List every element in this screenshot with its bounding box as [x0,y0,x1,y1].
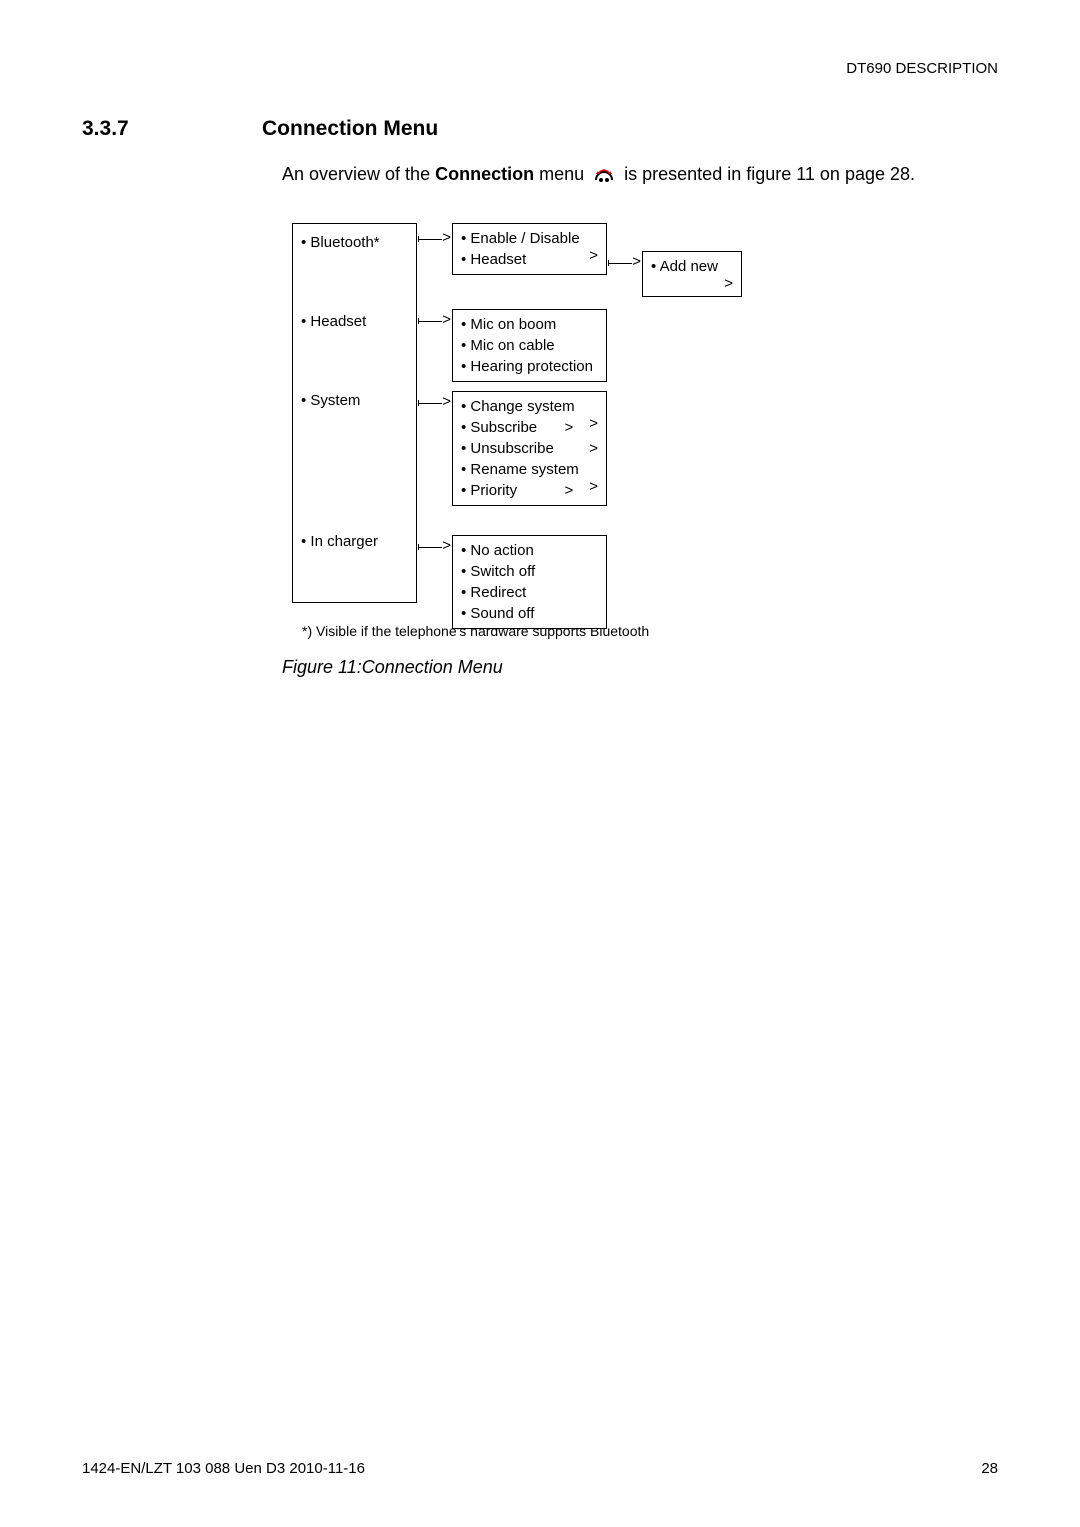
bt-enable: Enable / Disable> [461,228,598,249]
chevron-right-icon: > [589,478,598,495]
chevron-right-icon: > [589,247,598,264]
section-number: 3.3.7 [82,117,152,141]
running-header: DT690 DESCRIPTION [82,60,998,77]
header-text: DT690 DESCRIPTION [846,60,998,77]
chevron-right-icon: > [564,419,573,436]
chevron-right-icon: > [564,482,573,499]
addnew-box: Add new > [642,251,742,297]
bluetooth-sub-box: Enable / Disable> Headset [452,223,607,275]
sys-unsubscribe-label: Unsubscribe [461,440,554,457]
figure-caption: Figure 11:Connection Menu [282,657,998,678]
bt-headset: Headset [461,249,598,270]
chevron-right-icon: > [724,275,733,292]
intro-bold: Connection [435,164,534,184]
arrow-incharger [418,547,442,548]
content-column: An overview of the Connection menu is pr… [282,161,998,613]
hs-micboom: Mic on boom [461,314,598,335]
headset-sub-box: Mic on boom Mic on cable Hearing protect… [452,309,607,382]
intro-t3: is presented in figure 11 on page 28. [624,164,915,184]
item-bluetooth: Bluetooth* [301,232,408,253]
arrow-bluetooth [418,239,442,240]
intro-paragraph: An overview of the Connection menu is pr… [282,161,998,188]
item-headset: Headset [301,311,408,332]
chevron-right-icon: > [589,415,598,432]
intro-t2: menu [534,164,589,184]
item-system: System [301,390,408,411]
footer-left: 1424-EN/LZT 103 088 Uen D3 2010-11-16 [82,1460,365,1477]
sys-priority: Priority > [461,480,598,501]
addnew-item: Add new> [651,256,733,277]
incharger-sub-box: No action Switch off Redirect Sound off [452,535,607,629]
intro-t1: An overview of the [282,164,435,184]
arrow-headset [418,321,442,322]
section-title: Connection Menu [262,117,438,141]
addnew-label: Add new [651,258,718,275]
system-sub-box: Change system> Subscribe> Unsubscribe> R… [452,391,607,506]
sys-priority-label: Priority [461,482,517,499]
arrow-addnew [608,263,632,264]
bt-enable-label: Enable / Disable [461,230,580,247]
section-heading: 3.3.7 Connection Menu [82,117,998,141]
hs-hearing: Hearing protection [461,356,598,377]
ic-noaction: No action [461,540,598,561]
menu-diagram: Bluetooth* Headset System In charger Ena… [292,223,912,613]
col1-box: Bluetooth* Headset System In charger [292,223,417,603]
hs-miccable: Mic on cable [461,335,598,356]
sys-rename: Rename system> [461,459,598,480]
ic-switchoff: Switch off [461,561,598,582]
sys-change: Change system> [461,396,598,417]
caption-column: *) Visible if the telephone's hardware s… [282,623,998,678]
bt-headset-label: Headset [461,251,526,268]
sys-subscribe-label: Subscribe [461,419,537,436]
sys-unsubscribe: Unsubscribe > [461,438,598,459]
sys-change-label: Change system [461,398,575,415]
arrow-system [418,403,442,404]
ic-soundoff: Sound off [461,603,598,624]
ic-redirect: Redirect [461,582,598,603]
item-incharger: In charger [301,531,408,552]
footer-page-number: 28 [981,1460,998,1477]
footnote: *) Visible if the telephone's hardware s… [302,623,998,639]
connection-icon [592,164,616,184]
chevron-right-icon: > [589,440,598,457]
sys-rename-label: Rename system [461,461,579,478]
page-footer: 1424-EN/LZT 103 088 Uen D3 2010-11-16 28 [82,1460,998,1477]
sys-subscribe: Subscribe > [461,417,598,438]
